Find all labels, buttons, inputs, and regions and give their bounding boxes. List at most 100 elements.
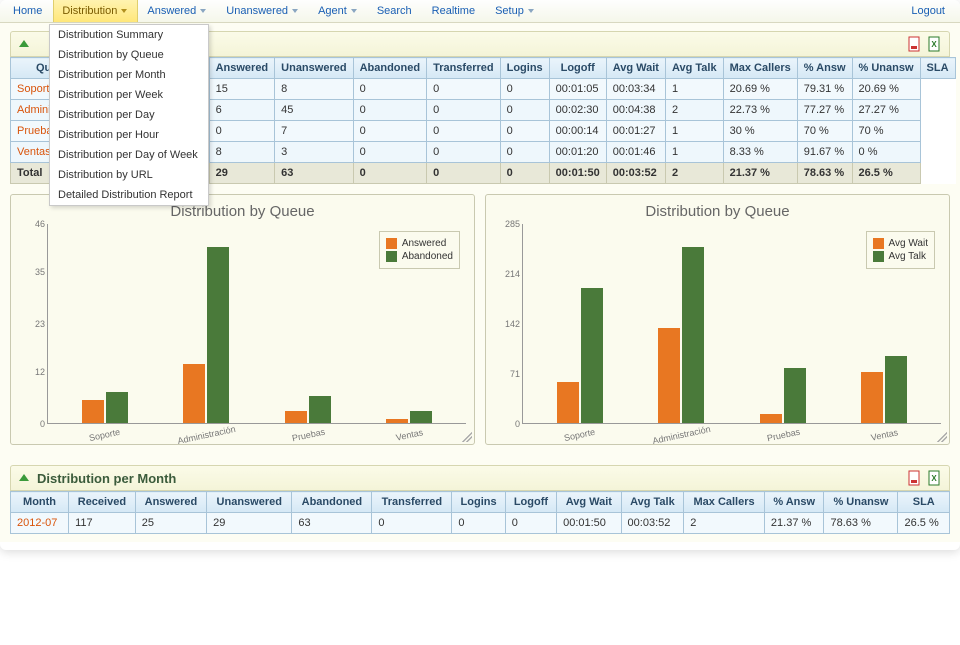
cell: 8 [275,79,353,100]
column-header[interactable]: Received [69,492,136,513]
menu-unanswered[interactable]: Unanswered [217,0,309,22]
cell: 0 [427,79,501,100]
column-header[interactable]: % Answ [764,492,824,513]
cell: 0 [427,142,501,163]
cell: 00:00:14 [549,121,606,142]
cell: 0 [427,121,501,142]
cell: 0 [427,163,501,184]
collapse-icon[interactable] [17,37,31,51]
column-header[interactable]: Max Callers [684,492,765,513]
logout-link[interactable]: Logout [902,0,956,22]
menu-label: Unanswered [226,5,288,17]
column-header[interactable]: Answered [135,492,206,513]
export-excel-icon[interactable]: X [927,470,943,486]
menu-label: Home [13,5,42,17]
y-tick: 0 [515,419,520,429]
column-header[interactable]: Max Callers [723,58,797,79]
export-excel-icon[interactable]: X [927,36,943,52]
collapse-icon[interactable] [17,471,31,485]
dropdown-item[interactable]: Distribution per Month [50,65,208,85]
cell: 0 [353,163,427,184]
menu-answered[interactable]: Answered [138,0,217,22]
legend-label: Abandoned [402,251,453,262]
legend-label: Avg Wait [889,238,928,249]
logout-label: Logout [911,5,945,17]
menu-agent[interactable]: Agent [309,0,368,22]
cell: 79.31 % [797,79,852,100]
cell: 6 [209,100,275,121]
export-pdf-icon[interactable] [907,36,923,52]
column-header[interactable]: % Unansw [824,492,898,513]
dropdown-item[interactable]: Distribution per Hour [50,125,208,145]
column-header[interactable]: Abandoned [353,58,427,79]
y-tick: 142 [505,319,520,329]
dropdown-item[interactable]: Distribution per Day of Week [50,145,208,165]
dropdown-item[interactable]: Distribution per Week [50,85,208,105]
column-header[interactable]: % Unansw [852,58,920,79]
cell: 8 [209,142,275,163]
y-tick: 71 [510,369,520,379]
column-header[interactable]: SLA [920,58,955,79]
column-header[interactable]: Transferred [372,492,452,513]
bar [760,414,782,423]
cell: 26.5 % [852,163,920,184]
cell: 3 [275,142,353,163]
month-panel-title: Distribution per Month [37,471,907,486]
bar [557,382,579,423]
menu-home[interactable]: Home [4,0,53,22]
menu-distribution[interactable]: Distribution [53,0,138,22]
resize-grip-icon[interactable] [937,432,947,442]
cell: 1 [665,142,723,163]
column-header[interactable]: Abandoned [292,492,372,513]
cell: 29 [209,163,275,184]
column-header[interactable]: Avg Talk [665,58,723,79]
y-tick: 285 [505,219,520,229]
bar [285,411,307,423]
month-table: MonthReceivedAnsweredUnansweredAbandoned… [10,491,950,534]
legend-swatch [386,251,397,262]
cell: 0 [353,142,427,163]
column-header[interactable]: % Answ [797,58,852,79]
cell: 78.63 % [824,513,898,534]
column-header[interactable]: Avg Talk [621,492,684,513]
chevron-down-icon [528,9,534,13]
dropdown-item[interactable]: Distribution per Day [50,105,208,125]
cell: 0 [500,100,549,121]
column-header[interactable]: Logoff [549,58,606,79]
dropdown-item[interactable]: Distribution by URL [50,165,208,185]
dropdown-item[interactable]: Distribution by Queue [50,45,208,65]
column-header[interactable]: Avg Wait [606,58,665,79]
cell: 20.69 % [852,79,920,100]
column-header[interactable]: Logins [452,492,505,513]
column-header[interactable]: Avg Wait [557,492,621,513]
dropdown-item[interactable]: Distribution Summary [50,25,208,45]
chart: Distribution by Queue012233546SoporteAdm… [10,194,475,445]
column-header[interactable]: SLA [898,492,950,513]
y-tick: 0 [40,419,45,429]
cell: 22.73 % [723,100,797,121]
cell: 0 % [852,142,920,163]
cell: 63 [292,513,372,534]
cell: 0 [452,513,505,534]
column-header[interactable]: Answered [209,58,275,79]
svg-text:X: X [931,40,937,49]
cell: 00:02:30 [549,100,606,121]
column-header[interactable]: Unanswered [275,58,353,79]
resize-grip-icon[interactable] [462,432,472,442]
menu-realtime[interactable]: Realtime [423,0,486,22]
column-header[interactable]: Logins [500,58,549,79]
y-tick: 214 [505,269,520,279]
dropdown-item[interactable]: Detailed Distribution Report [50,185,208,205]
column-header[interactable]: Transferred [427,58,501,79]
row-name[interactable]: 2012-07 [11,513,69,534]
column-header[interactable]: Logoff [505,492,556,513]
cell: 26.5 % [898,513,950,534]
export-pdf-icon[interactable] [907,470,923,486]
column-header[interactable]: Unanswered [207,492,292,513]
menu-setup[interactable]: Setup [486,0,545,22]
legend-label: Avg Talk [889,251,926,262]
chevron-down-icon [292,9,298,13]
column-header[interactable]: Month [11,492,69,513]
menu-search[interactable]: Search [368,0,423,22]
menubar: HomeDistributionAnsweredUnansweredAgentS… [0,0,960,23]
